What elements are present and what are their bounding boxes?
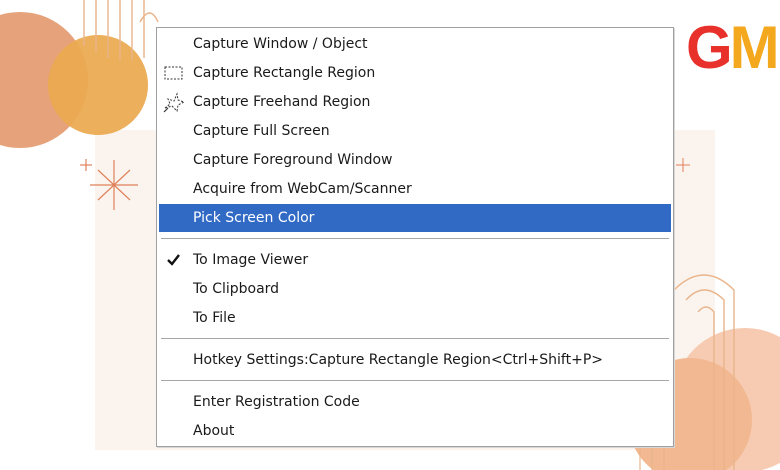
menu-item-to-file[interactable]: To File [159, 304, 671, 332]
dotted-rectangle-icon [162, 59, 186, 87]
menu-item-enter-registration-code[interactable]: Enter Registration Code [159, 388, 671, 416]
checkmark-icon [162, 246, 186, 274]
menu-item-label: Enter Registration Code [193, 394, 360, 410]
menu-item-label: Capture Foreground Window [193, 152, 393, 168]
menu-item-about[interactable]: About [159, 417, 671, 445]
menu-item-acquire-webcam-scanner[interactable]: Acquire from WebCam/Scanner [159, 175, 671, 203]
menu-item-label: Capture Rectangle Region [193, 65, 376, 81]
menu-item-label: Capture Full Screen [193, 123, 330, 139]
menu-item-capture-full-screen[interactable]: Capture Full Screen [159, 117, 671, 145]
menu-item-label: To File [193, 310, 236, 326]
menu-item-capture-rectangle[interactable]: Capture Rectangle Region [159, 59, 671, 87]
menu-item-pick-screen-color[interactable]: Pick Screen Color [159, 204, 671, 232]
freehand-region-icon [162, 88, 186, 116]
menu-item-label: Capture Window / Object [193, 36, 368, 52]
menu-item-label: To Clipboard [193, 281, 280, 297]
menu-separator [161, 380, 669, 382]
menu-separator [161, 338, 669, 340]
menu-item-to-image-viewer[interactable]: To Image Viewer [159, 246, 671, 274]
menu-item-label: Hotkey Settings:Capture Rectangle Region… [193, 352, 604, 368]
menu-item-hotkey-settings[interactable]: Hotkey Settings:Capture Rectangle Region… [159, 346, 671, 374]
menu-item-label: Acquire from WebCam/Scanner [193, 181, 412, 197]
gm-logo: GM [686, 14, 780, 81]
menu-item-capture-foreground-window[interactable]: Capture Foreground Window [159, 146, 671, 174]
menu-item-label: To Image Viewer [193, 252, 309, 268]
menu-item-label: Capture Freehand Region [193, 94, 371, 110]
menu-item-to-clipboard[interactable]: To Clipboard [159, 275, 671, 303]
menu-item-label: About [193, 423, 235, 439]
menu-item-label: Pick Screen Color [193, 210, 315, 226]
menu-item-capture-window[interactable]: Capture Window / Object [159, 30, 671, 58]
context-menu: Capture Window / Object Capture Rectangl… [156, 27, 674, 447]
menu-item-capture-freehand[interactable]: Capture Freehand Region [159, 88, 671, 116]
menu-separator [161, 238, 669, 240]
